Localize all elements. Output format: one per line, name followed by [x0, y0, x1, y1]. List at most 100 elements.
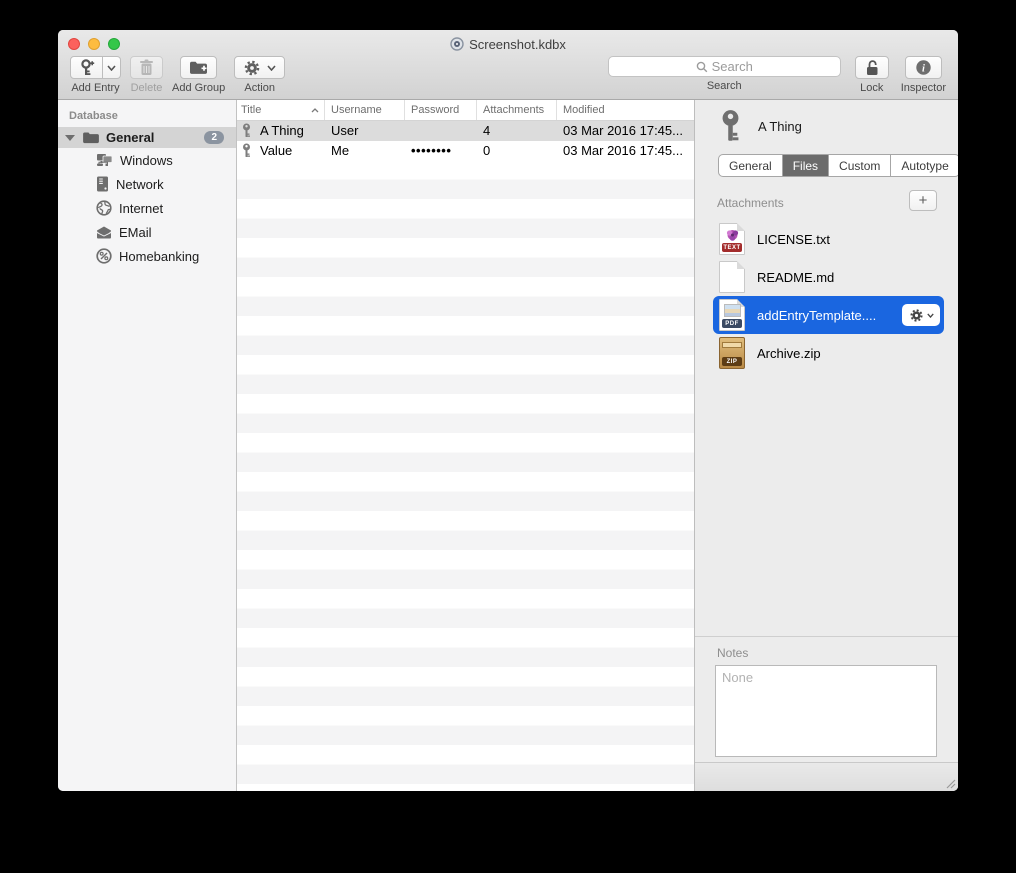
server-icon — [96, 176, 109, 192]
disclosure-triangle-icon[interactable] — [65, 135, 75, 141]
lock-button[interactable] — [855, 56, 889, 79]
svg-text:i: i — [922, 63, 925, 74]
add-group-label: Add Group — [172, 82, 225, 94]
trash-icon — [139, 59, 154, 76]
notes-divider — [695, 636, 958, 637]
add-entry-dropdown-arrow[interactable] — [103, 56, 121, 79]
add-group-item: Add Group — [172, 56, 225, 94]
sort-ascending-icon — [311, 108, 319, 113]
add-entry-button[interactable] — [70, 56, 121, 79]
key-icon — [241, 123, 252, 138]
add-entry-key-plus-icon[interactable] — [70, 56, 103, 79]
sidebar-item-windows[interactable]: Windows — [58, 148, 236, 172]
attachment-action-button[interactable] — [902, 304, 940, 326]
window-header: Screenshot.kdbx Add Entry — [58, 30, 958, 100]
database-section-header: Database — [58, 106, 236, 127]
action-label: Action — [244, 82, 275, 94]
zip-file-icon: ZIP — [719, 337, 745, 369]
sidebar-item-general[interactable]: General 2 — [58, 127, 236, 148]
attachment-row-selected[interactable]: PDF addEntryTemplate.... — [713, 296, 944, 334]
lock-label: Lock — [860, 82, 883, 94]
table-row[interactable]: A Thing User 4 03 Mar 2016 17:45... — [237, 121, 694, 141]
gear-icon — [243, 59, 261, 77]
entry-username: User — [325, 123, 405, 138]
resize-grip[interactable] — [944, 777, 956, 789]
sidebar-item-network[interactable]: Network — [58, 172, 236, 196]
search-icon — [696, 61, 708, 73]
pdf-file-icon: PDF — [719, 299, 745, 331]
add-entry-item: Add Entry — [70, 56, 121, 94]
lock-item: Lock — [855, 56, 889, 94]
chevron-down-icon — [267, 65, 276, 71]
attachment-name: addEntryTemplate.... — [757, 308, 890, 323]
column-header-password[interactable]: Password — [405, 100, 477, 120]
table-body: A Thing User 4 03 Mar 2016 17:45... Valu… — [237, 121, 694, 791]
tab-files[interactable]: Files — [783, 155, 829, 176]
sidebar-item-label: Homebanking — [119, 249, 199, 264]
attachment-row[interactable]: README.md — [713, 258, 944, 296]
inspector-button[interactable]: i — [905, 56, 942, 79]
empty-rows-stripes[interactable] — [237, 160, 694, 791]
notes-textarea[interactable] — [715, 665, 937, 757]
sidebar-item-label: General — [106, 130, 154, 145]
document-file-icon — [719, 261, 745, 293]
entry-modified: 03 Mar 2016 17:45... — [557, 143, 694, 158]
search-item: Search Search — [608, 56, 841, 92]
sidebar-item-label: Network — [116, 177, 164, 192]
notes-section-label: Notes — [717, 646, 748, 660]
globe-icon — [96, 200, 112, 216]
column-header-attachments[interactable]: Attachments — [477, 100, 557, 120]
delete-item: Delete — [130, 56, 163, 94]
gear-icon — [909, 308, 924, 323]
inspector-footer — [695, 762, 958, 791]
attachment-row[interactable]: TEXT LICENSE.txt — [713, 220, 944, 258]
entry-attachment-count: 0 — [477, 143, 557, 158]
delete-label: Delete — [131, 82, 163, 94]
tab-general[interactable]: General — [719, 155, 783, 176]
folder-plus-icon — [189, 60, 208, 75]
zip-badge: ZIP — [722, 357, 742, 366]
toolbar: Add Entry Delete Add Group — [58, 56, 958, 100]
entry-title: A Thing — [260, 123, 304, 138]
entry-password: •••••••• — [405, 143, 477, 158]
search-label: Search — [707, 80, 742, 92]
screen: Screenshot.kdbx Add Entry — [0, 0, 1016, 873]
add-attachment-button[interactable]: + — [909, 190, 937, 211]
inspector-panel: A Thing General Files Custom Autotype At… — [695, 100, 958, 791]
entry-username: Me — [325, 143, 405, 158]
column-header-username[interactable]: Username — [325, 100, 405, 120]
table-header: Title Username Password Attachments Modi… — [237, 100, 694, 121]
tab-autotype[interactable]: Autotype — [891, 155, 958, 176]
titlebar: Screenshot.kdbx — [58, 35, 958, 53]
entry-modified: 03 Mar 2016 17:45... — [557, 123, 694, 138]
column-header-title[interactable]: Title — [237, 100, 325, 120]
table-row[interactable]: Value Me •••••••• 0 03 Mar 2016 17:45... — [237, 141, 694, 161]
tab-custom[interactable]: Custom — [829, 155, 891, 176]
entry-table: Title Username Password Attachments Modi… — [237, 100, 695, 791]
group-sidebar: Database General 2 Windows Network — [58, 100, 237, 791]
sidebar-item-label: EMail — [119, 225, 152, 240]
attachment-name: LICENSE.txt — [757, 232, 940, 247]
sidebar-item-internet[interactable]: Internet — [58, 196, 236, 220]
macpass-window: Screenshot.kdbx Add Entry — [58, 30, 958, 791]
search-input[interactable]: Search — [608, 56, 841, 77]
info-icon: i — [915, 59, 932, 76]
main-content: Database General 2 Windows Network — [58, 100, 958, 791]
attachment-name: Archive.zip — [757, 346, 940, 361]
column-header-modified[interactable]: Modified — [557, 100, 694, 120]
sidebar-item-label: Internet — [119, 201, 163, 216]
sidebar-item-homebanking[interactable]: Homebanking — [58, 244, 236, 268]
entry-attachment-count: 4 — [477, 123, 557, 138]
add-group-button[interactable] — [180, 56, 217, 79]
delete-button[interactable] — [130, 56, 163, 79]
attachment-row[interactable]: ZIP Archive.zip — [713, 334, 944, 372]
text-badge: TEXT — [722, 243, 742, 252]
search-placeholder: Search — [712, 59, 753, 74]
document-proxy-icon[interactable] — [450, 37, 464, 51]
text-file-icon: TEXT — [719, 223, 745, 255]
sidebar-item-email[interactable]: EMail — [58, 220, 236, 244]
inspector-entry-header: A Thing — [719, 109, 802, 143]
action-button[interactable] — [234, 56, 285, 79]
sidebar-item-label: Windows — [120, 153, 173, 168]
entry-title: Value — [260, 143, 292, 158]
